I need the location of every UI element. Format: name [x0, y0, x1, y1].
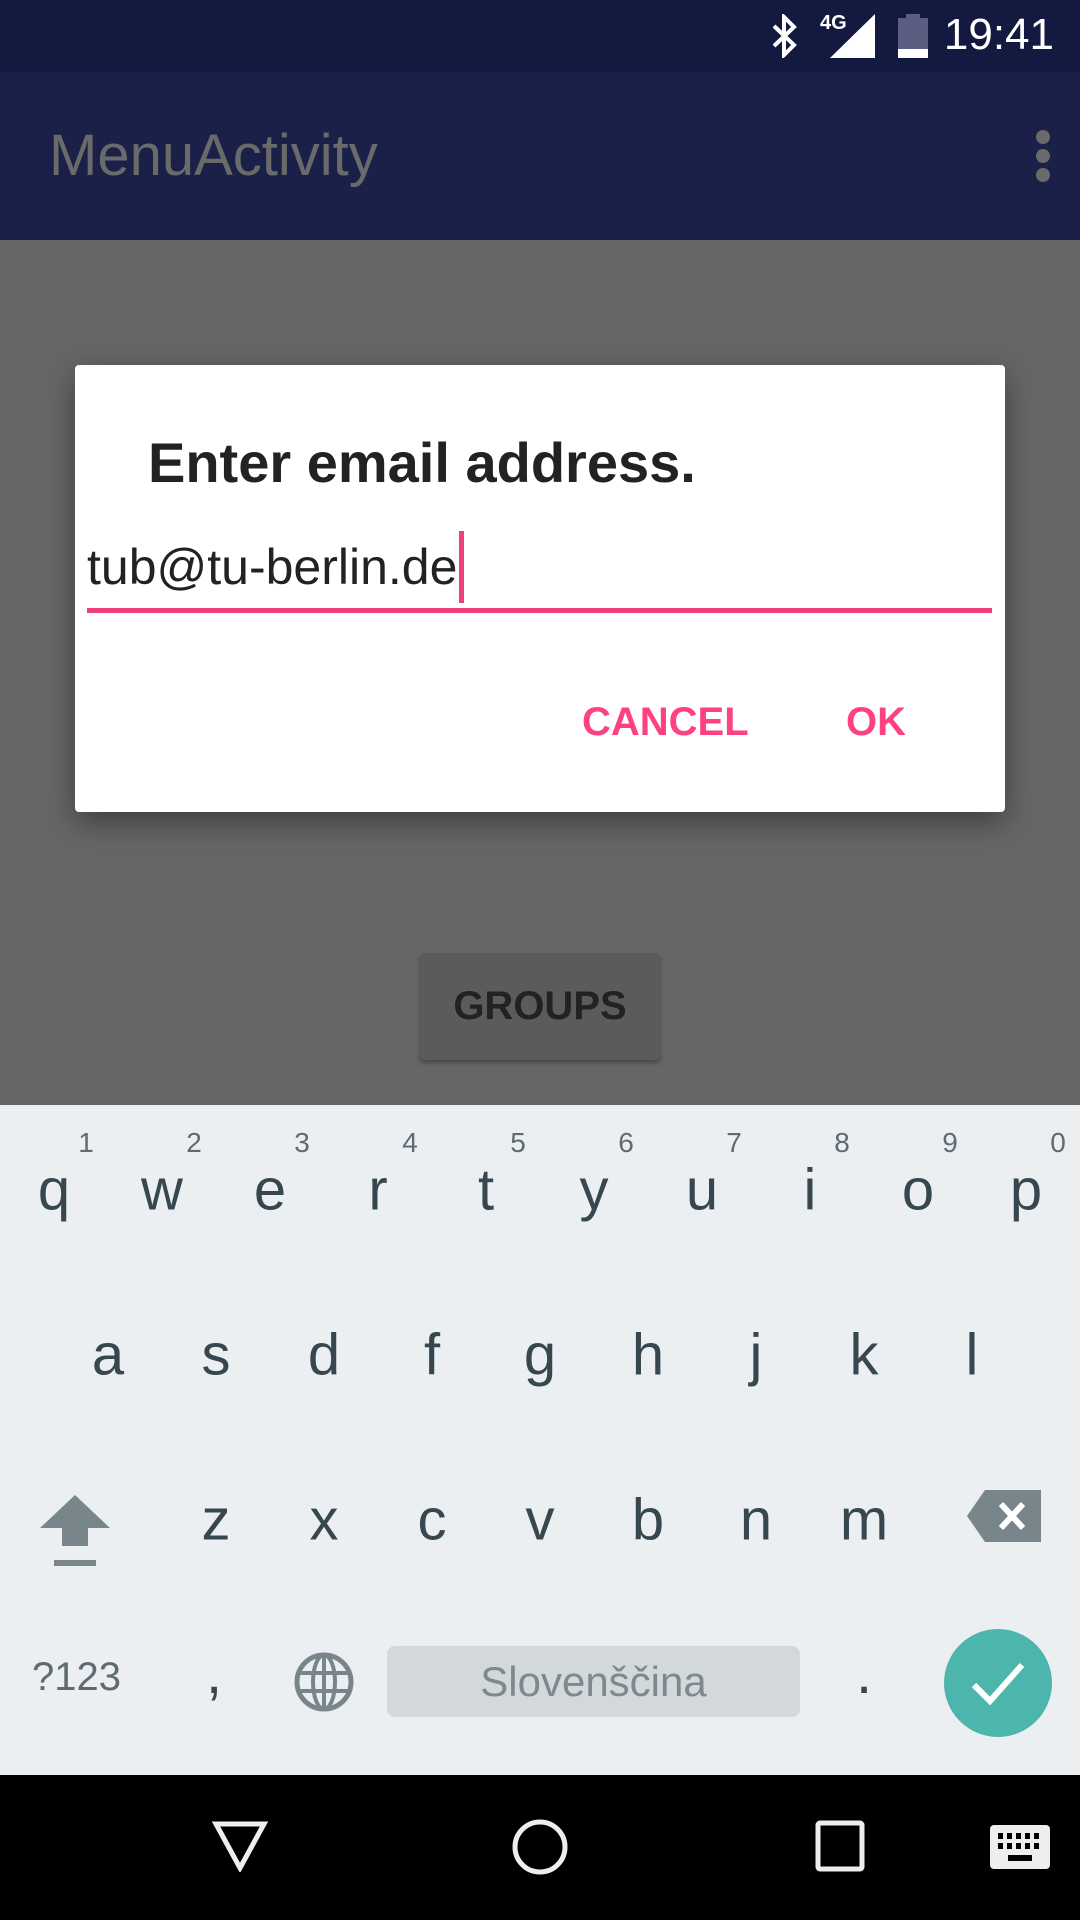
key-hint-5: 5 — [510, 1127, 526, 1158]
text-cursor — [459, 530, 465, 603]
period-key[interactable]: . — [856, 1640, 872, 1707]
back-icon[interactable] — [212, 1820, 268, 1872]
ok-button[interactable]: OK — [846, 700, 906, 745]
keyboard-icon[interactable] — [990, 1825, 1050, 1869]
more-vert-icon[interactable] — [1036, 130, 1052, 182]
clock: 19:41 — [943, 10, 1054, 59]
key-q[interactable]: q — [0, 1157, 108, 1224]
check-icon — [971, 1663, 1025, 1705]
key-z[interactable]: z — [162, 1487, 270, 1554]
recents-icon[interactable] — [815, 1820, 865, 1872]
battery-icon — [898, 14, 928, 58]
key-n[interactable]: n — [702, 1487, 810, 1554]
symbols-key[interactable]: ?123 — [32, 1655, 121, 1700]
dialog-title: Enter email address. — [148, 431, 696, 494]
key-d[interactable]: d — [270, 1322, 378, 1389]
key-hint-6: 6 — [618, 1127, 634, 1158]
key-h[interactable]: h — [594, 1322, 702, 1389]
key-t[interactable]: t — [432, 1157, 540, 1224]
key-o[interactable]: o — [864, 1157, 972, 1224]
key-s[interactable]: s — [162, 1322, 270, 1389]
key-hint-3: 3 — [294, 1127, 310, 1158]
key-hint-4: 4 — [402, 1127, 418, 1158]
key-r[interactable]: r — [324, 1157, 432, 1224]
key-hint-1: 1 — [78, 1127, 94, 1158]
cancel-button[interactable]: CANCEL — [582, 700, 749, 745]
key-l[interactable]: l — [918, 1322, 1026, 1389]
space-key[interactable]: Slovenščina — [387, 1646, 800, 1717]
bluetooth-icon — [772, 14, 797, 58]
app-title: MenuActivity — [49, 123, 378, 188]
status-bar: 4G 19:41 — [0, 0, 1080, 72]
key-x[interactable]: x — [270, 1487, 378, 1554]
key-m[interactable]: m — [810, 1487, 918, 1554]
key-v[interactable]: v — [486, 1487, 594, 1554]
key-hint-9: 9 — [942, 1127, 958, 1158]
key-a[interactable]: a — [54, 1322, 162, 1389]
enter-key[interactable] — [944, 1629, 1052, 1737]
key-p[interactable]: p — [972, 1157, 1080, 1224]
key-i[interactable]: i — [756, 1157, 864, 1224]
key-j[interactable]: j — [702, 1322, 810, 1389]
email-input[interactable]: tub@tu-berlin.de — [87, 525, 992, 613]
key-y[interactable]: y — [540, 1157, 648, 1224]
key-hint-8: 8 — [834, 1127, 850, 1158]
key-e[interactable]: e — [216, 1157, 324, 1224]
backspace-key[interactable] — [967, 1490, 1041, 1542]
signal-icon — [830, 14, 875, 58]
key-hint-2: 2 — [186, 1127, 202, 1158]
key-f[interactable]: f — [378, 1322, 486, 1389]
nav-bar — [0, 1775, 1080, 1920]
key-u[interactable]: u — [648, 1157, 756, 1224]
key-b[interactable]: b — [594, 1487, 702, 1554]
key-k[interactable]: k — [810, 1322, 918, 1389]
key-w[interactable]: w — [108, 1157, 216, 1224]
key-g[interactable]: g — [486, 1322, 594, 1389]
email-dialog: Enter email address. tub@tu-berlin.de CA… — [75, 365, 1005, 812]
groups-button[interactable]: GROUPS — [420, 953, 660, 1060]
comma-key[interactable]: , — [206, 1640, 222, 1707]
globe-icon[interactable] — [293, 1651, 355, 1713]
key-c[interactable]: c — [378, 1487, 486, 1554]
key-hint-0: 0 — [1050, 1127, 1066, 1158]
shift-key[interactable] — [38, 1490, 112, 1580]
app-bar: MenuActivity — [0, 72, 1080, 240]
keyboard: q1w2e3r4t5y6u7i8o9p0 asdfghjkl zxcvbnm ?12… — [0, 1105, 1080, 1775]
email-input-value: tub@tu-berlin.de — [87, 538, 458, 595]
key-hint-7: 7 — [726, 1127, 742, 1158]
home-icon[interactable] — [510, 1817, 570, 1877]
